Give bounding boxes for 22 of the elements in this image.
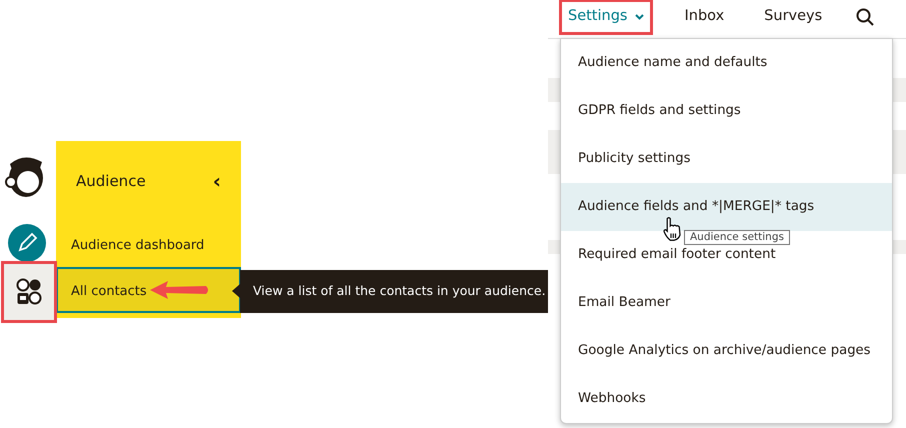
tooltip-text: View a list of all the contacts in your audience.	[253, 282, 546, 300]
pencil-icon[interactable]	[8, 224, 46, 262]
hand-cursor-icon	[662, 216, 683, 242]
menu-item[interactable]: Audience fields and *|MERGE|* tags	[578, 198, 814, 216]
collapse-icon[interactable]: ‹	[212, 166, 221, 196]
menu-item[interactable]: Audience name and defaults	[578, 54, 768, 72]
sidebar-item[interactable]: All contacts	[56, 267, 241, 313]
sidebar-title: Audience	[76, 170, 146, 192]
nav-link[interactable]: Surveys	[758, 2, 828, 32]
sidebar-item[interactable]: Audience dashboard	[56, 221, 241, 267]
menu-item[interactable]: GDPR fields and settings	[578, 102, 741, 120]
search-icon[interactable]	[856, 8, 874, 26]
menu-item[interactable]: Publicity settings	[578, 150, 690, 168]
menu-item[interactable]: Google Analytics on archive/audience pages	[578, 342, 871, 360]
menu-item[interactable]: Webhooks	[578, 390, 646, 408]
hover-tooltip: Audience settings	[684, 230, 790, 245]
contacts-icon[interactable]	[4, 264, 54, 320]
arrow-icon	[148, 280, 210, 300]
menu-item[interactable]: Email Beamer	[578, 294, 670, 312]
nav-link[interactable]: Settings	[562, 2, 650, 32]
nav-link[interactable]: Inbox	[678, 2, 730, 32]
menu-item[interactable]: Required email footer content	[578, 246, 776, 264]
